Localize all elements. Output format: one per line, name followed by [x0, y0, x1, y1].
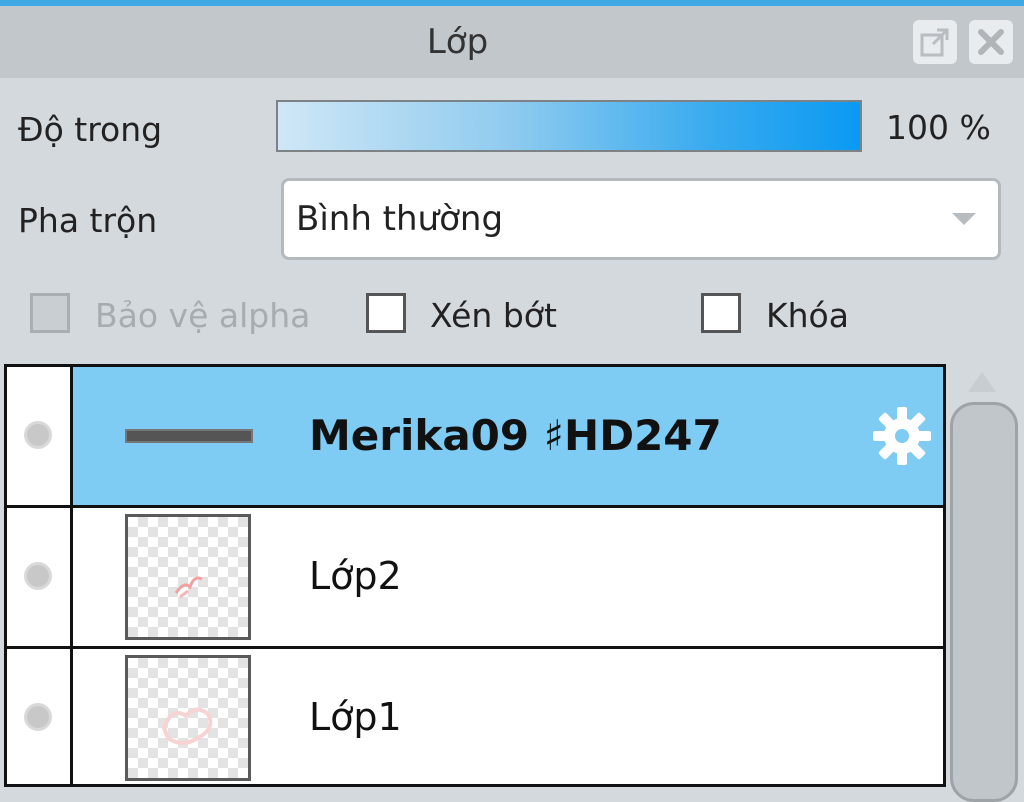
- protect-alpha-checkbox[interactable]: [30, 293, 70, 333]
- popout-button[interactable]: [913, 20, 957, 64]
- layer-row[interactable]: Lớp2: [7, 508, 943, 649]
- clipping-checkbox[interactable]: [366, 293, 406, 333]
- lock-label: Khóa: [766, 296, 849, 335]
- layer-thumbnail: [125, 655, 251, 781]
- visibility-column: [7, 508, 73, 646]
- lock-checkbox[interactable]: [701, 293, 741, 333]
- blend-mode-dropdown[interactable]: Bình thường: [281, 178, 1001, 260]
- sketch-thumbnail-icon: [161, 707, 213, 745]
- panel-titlebar: Lớp: [0, 6, 1024, 78]
- close-button[interactable]: [969, 20, 1013, 64]
- layer-panel: Lớp Độ trong 100 % Pha trộn Bình thường …: [0, 0, 1024, 802]
- layer-content: Lớp2: [73, 508, 943, 646]
- chevron-down-icon: [952, 213, 976, 225]
- sketch-thumbnail-icon: [174, 576, 203, 599]
- scroll-up-arrow-icon[interactable]: [968, 372, 996, 392]
- opacity-value: 100 %: [886, 108, 991, 147]
- visibility-column: [7, 367, 73, 505]
- protect-alpha-label: Bảo vệ alpha: [95, 296, 311, 335]
- opacity-label: Độ trong: [18, 110, 163, 149]
- clipping-label: Xén bớt: [430, 296, 557, 335]
- visibility-column: [7, 649, 73, 784]
- opacity-slider[interactable]: [276, 100, 862, 152]
- blend-label: Pha trộn: [18, 201, 158, 240]
- layer-content: Merika09 ♯HD247: [73, 367, 943, 505]
- gear-icon[interactable]: [871, 405, 933, 467]
- layer-row[interactable]: Lớp1: [7, 649, 943, 784]
- layer-content: Lớp1: [73, 649, 943, 784]
- visibility-toggle-icon[interactable]: [24, 562, 52, 590]
- layer-name: Merika09 ♯HD247: [309, 411, 722, 460]
- scrollbar-thumb[interactable]: [950, 402, 1018, 802]
- visibility-toggle-icon[interactable]: [24, 421, 52, 449]
- visibility-toggle-icon[interactable]: [24, 703, 52, 731]
- blend-mode-value: Bình thường: [296, 199, 504, 239]
- folder-thumbnail: [125, 429, 253, 443]
- layer-list: Merika09 ♯HD247 Lớp2 Lớp1: [4, 364, 946, 787]
- layer-row-folder[interactable]: Merika09 ♯HD247: [7, 367, 943, 508]
- panel-title: Lớp: [426, 22, 489, 62]
- layer-name: Lớp2: [309, 554, 402, 598]
- close-icon: [978, 29, 1004, 55]
- layer-thumbnail: [125, 514, 251, 640]
- popout-icon: [920, 28, 949, 57]
- layer-name: Lớp1: [309, 695, 402, 739]
